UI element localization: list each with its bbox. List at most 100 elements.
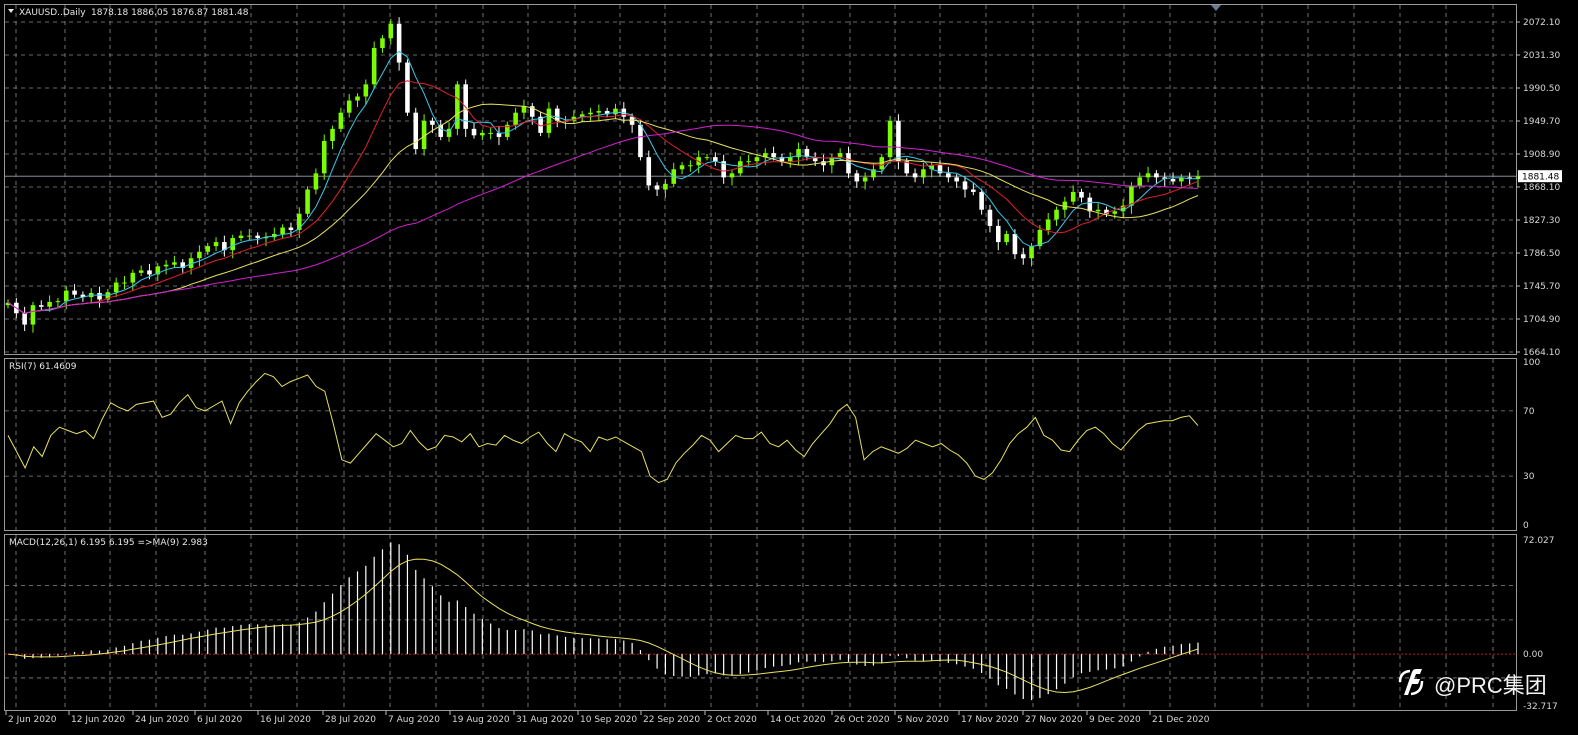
time-tick-label: 17 Nov 2020 bbox=[961, 715, 1019, 725]
candle-body[interactable] bbox=[771, 153, 776, 158]
candle-body[interactable] bbox=[197, 251, 202, 259]
candle-body[interactable] bbox=[513, 112, 518, 125]
candle-body[interactable] bbox=[321, 140, 327, 174]
candle-body[interactable] bbox=[305, 189, 310, 214]
candle-body[interactable] bbox=[596, 111, 602, 113]
candle-body[interactable] bbox=[405, 62, 410, 113]
candle-body[interactable] bbox=[288, 227, 294, 230]
candle-body[interactable] bbox=[47, 301, 52, 307]
candle-body[interactable] bbox=[1154, 173, 1159, 178]
candle-body[interactable] bbox=[1087, 197, 1093, 212]
candle-body[interactable] bbox=[1170, 178, 1176, 182]
candle-body[interactable] bbox=[213, 242, 219, 247]
time-tick-label: 5 Nov 2020 bbox=[897, 715, 949, 725]
candle-body[interactable] bbox=[704, 157, 710, 159]
candle-body[interactable] bbox=[163, 264, 169, 267]
candle-body[interactable] bbox=[147, 270, 152, 275]
candle-body[interactable] bbox=[380, 38, 385, 48]
candle-body[interactable] bbox=[946, 173, 951, 178]
candle-body[interactable] bbox=[995, 225, 1001, 243]
candle-body[interactable] bbox=[629, 116, 635, 125]
candle-body[interactable] bbox=[238, 235, 244, 239]
candle-body[interactable] bbox=[255, 235, 260, 239]
candle-body[interactable] bbox=[954, 177, 959, 182]
candle-body[interactable] bbox=[1029, 246, 1034, 259]
watermark-text: @PRC集团 bbox=[1434, 673, 1547, 698]
candle-body[interactable] bbox=[921, 169, 926, 178]
candle-body[interactable] bbox=[1112, 211, 1118, 214]
candle-body[interactable] bbox=[113, 282, 119, 293]
candle-body[interactable] bbox=[554, 108, 560, 121]
candle-body[interactable] bbox=[754, 157, 760, 162]
candle-body[interactable] bbox=[330, 128, 335, 141]
candle-body[interactable] bbox=[613, 108, 618, 115]
candle-body[interactable] bbox=[63, 290, 69, 302]
candle-body[interactable] bbox=[30, 305, 36, 325]
candle-body[interactable] bbox=[654, 185, 660, 190]
candle-body[interactable] bbox=[488, 132, 493, 134]
candle-body[interactable] bbox=[521, 106, 527, 113]
candle-body[interactable] bbox=[729, 173, 735, 178]
candle-body[interactable] bbox=[1079, 191, 1084, 198]
time-tick-label: 16 Jul 2020 bbox=[260, 715, 311, 725]
candle-body[interactable] bbox=[679, 165, 685, 170]
candle-body[interactable] bbox=[987, 209, 993, 226]
candle-body[interactable] bbox=[638, 124, 643, 158]
candle-body[interactable] bbox=[1012, 233, 1018, 255]
candle-body[interactable] bbox=[1054, 209, 1059, 220]
candle-body[interactable] bbox=[646, 157, 652, 186]
candle-body[interactable] bbox=[355, 96, 360, 101]
candle-body[interactable] bbox=[22, 313, 27, 325]
candle-body[interactable] bbox=[837, 153, 843, 158]
candle-body[interactable] bbox=[971, 189, 976, 192]
candle-body[interactable] bbox=[1095, 209, 1101, 212]
chart-ohlc-values: 1878.18 1886.05 1876.87 1881.48 bbox=[91, 8, 249, 18]
candle-body[interactable] bbox=[55, 301, 61, 303]
candle-body[interactable] bbox=[338, 112, 344, 129]
candle-body[interactable] bbox=[371, 47, 377, 85]
candle-body[interactable] bbox=[546, 108, 552, 133]
candle-body[interactable] bbox=[313, 173, 319, 190]
candle-body[interactable] bbox=[480, 132, 485, 136]
candle-body[interactable] bbox=[688, 165, 693, 167]
candle-body[interactable] bbox=[247, 235, 252, 237]
candle-body[interactable] bbox=[713, 157, 718, 162]
candle-body[interactable] bbox=[72, 290, 77, 295]
candle-body[interactable] bbox=[887, 120, 893, 158]
price-tick-label: 1949.70 bbox=[1523, 117, 1560, 127]
candle-body[interactable] bbox=[1045, 219, 1051, 230]
candle-body[interactable] bbox=[280, 227, 285, 234]
candle-body[interactable] bbox=[1070, 191, 1076, 202]
candle-body[interactable] bbox=[1137, 177, 1143, 186]
time-tick-label: 2 Oct 2020 bbox=[707, 715, 757, 725]
candle-body[interactable] bbox=[413, 112, 419, 150]
candle-body[interactable] bbox=[388, 23, 394, 39]
candle-body[interactable] bbox=[430, 120, 435, 125]
candle-body[interactable] bbox=[230, 238, 235, 251]
candle-body[interactable] bbox=[1020, 254, 1026, 259]
candle-body[interactable] bbox=[296, 213, 302, 230]
candle-body[interactable] bbox=[205, 246, 211, 252]
candle-body[interactable] bbox=[588, 112, 593, 115]
candle-body[interactable] bbox=[979, 191, 984, 210]
candle-body[interactable] bbox=[1145, 173, 1151, 178]
candle-body[interactable] bbox=[1004, 233, 1009, 243]
candle-body[interactable] bbox=[346, 100, 352, 113]
candle-body[interactable] bbox=[363, 84, 369, 97]
candle-body[interactable] bbox=[962, 181, 968, 190]
candle-body[interactable] bbox=[862, 177, 868, 182]
trading-chart-canvas[interactable]: 2072.10 2031.30 1990.50 1949.70 1908.90 1868.… bbox=[0, 0, 1578, 735]
candle-body[interactable] bbox=[122, 282, 127, 284]
candle-body[interactable] bbox=[97, 293, 102, 300]
candle-body[interactable] bbox=[130, 272, 136, 283]
candle-body[interactable] bbox=[663, 183, 668, 190]
candle-body[interactable] bbox=[138, 270, 144, 273]
candle-body[interactable] bbox=[896, 120, 901, 162]
candle-body[interactable] bbox=[854, 173, 860, 182]
candle-body[interactable] bbox=[396, 23, 402, 63]
candle-body[interactable] bbox=[746, 161, 751, 163]
candle-body[interactable] bbox=[912, 173, 918, 178]
candle-body[interactable] bbox=[471, 128, 477, 136]
candle-body[interactable] bbox=[172, 262, 177, 265]
candle-body[interactable] bbox=[38, 305, 44, 307]
